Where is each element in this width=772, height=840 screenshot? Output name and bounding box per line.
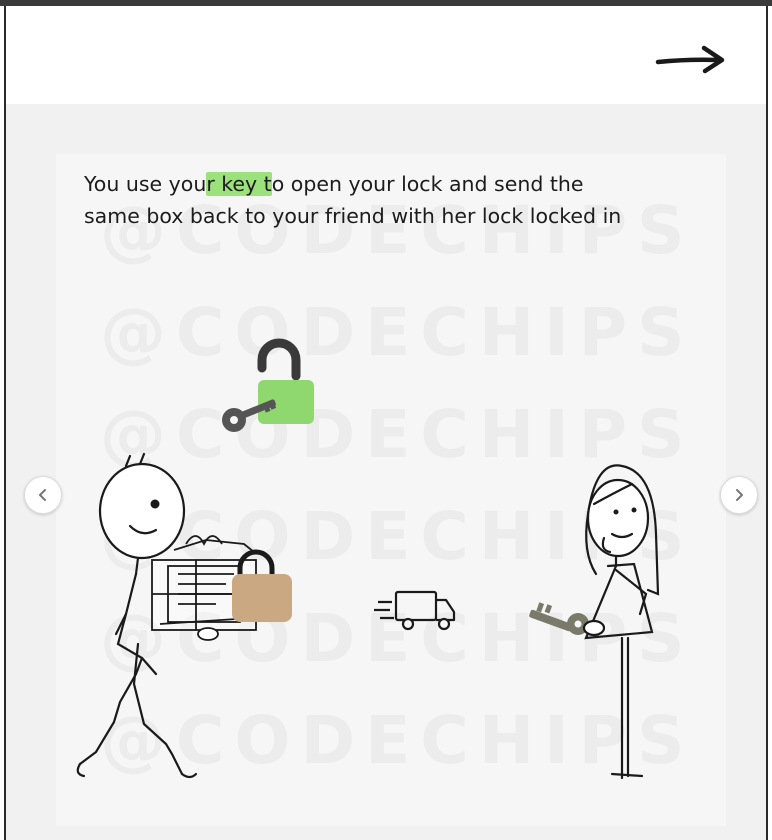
previous-slide-button[interactable] xyxy=(24,476,62,514)
next-slide-button[interactable] xyxy=(720,476,758,514)
truck-icon xyxy=(374,590,456,631)
illustration xyxy=(76,338,660,780)
arrow-right-icon[interactable] xyxy=(654,42,726,78)
key-icon xyxy=(529,602,589,635)
padlock-icon xyxy=(232,549,292,622)
post-image-area: @CODECHIPS @CODECHIPS @CODECHIPS @CODECH… xyxy=(6,104,766,840)
carousel-slide: @CODECHIPS @CODECHIPS @CODECHIPS @CODECH… xyxy=(56,154,726,826)
post-frame: @CODECHIPS @CODECHIPS @CODECHIPS @CODECH… xyxy=(4,6,768,840)
post-header xyxy=(6,6,766,104)
chevron-right-icon xyxy=(736,489,743,501)
chevron-left-icon xyxy=(39,489,46,501)
